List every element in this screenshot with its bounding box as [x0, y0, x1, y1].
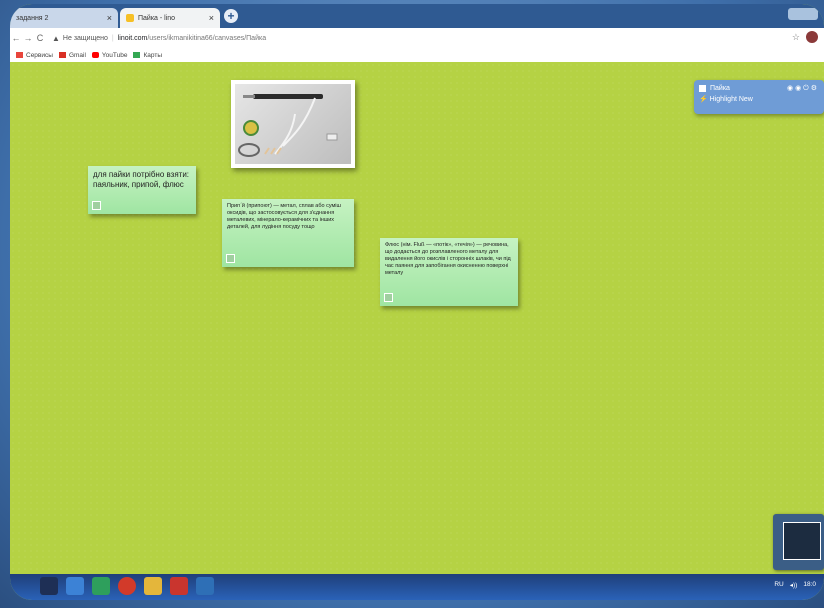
forward-button[interactable]: →: [22, 33, 34, 43]
tab-label: задання 2: [16, 14, 49, 22]
address-bar[interactable]: ▲ Не защищено | linoit.com /users/ikmani…: [52, 34, 266, 43]
bookmark-services[interactable]: Сервисы: [16, 52, 53, 59]
separator: |: [111, 34, 114, 42]
maps-icon: [133, 52, 141, 58]
tab-pajka[interactable]: Пайка - lino ×: [120, 8, 220, 28]
edit-icon[interactable]: [226, 254, 235, 263]
bookmark-label: Карты: [143, 51, 162, 59]
volume-icon[interactable]: ◂)): [790, 581, 798, 589]
close-icon[interactable]: ×: [209, 13, 214, 23]
warning-icon: ▲: [52, 33, 60, 43]
screen: задання 2 × Пайка - lino × + ← → C ▲ Не …: [10, 4, 824, 600]
start-button[interactable]: [40, 577, 58, 595]
tab-strip: задання 2 × Пайка - lino × +: [10, 4, 824, 28]
language-indicator[interactable]: RU: [774, 581, 783, 589]
panel-title: Пайка: [710, 85, 730, 92]
bookmark-youtube[interactable]: YouTube: [91, 51, 128, 59]
security-label: Не защищено: [62, 34, 108, 42]
photo-sticker[interactable]: [231, 80, 355, 168]
bookmark-label: Сервисы: [26, 51, 53, 59]
explorer-icon[interactable]: [66, 577, 84, 595]
edit-icon[interactable]: [92, 201, 101, 210]
bookmarks-bar: Сервисы Gmail YouTube Карты: [10, 48, 824, 63]
sticky-text: Флюс (нім. Fluß — «потік», «течія») — ре…: [385, 242, 511, 276]
sticky-note-solder[interactable]: Припˊй (припоют) — метал, сплав або сумі…: [222, 199, 354, 267]
clock[interactable]: 18:0: [803, 581, 816, 589]
reload-button[interactable]: C: [34, 33, 46, 43]
folder-icon[interactable]: [144, 577, 162, 595]
youtube-icon: [91, 52, 99, 58]
new-tab-button[interactable]: +: [224, 9, 238, 23]
highlight-label: Highlight New: [709, 96, 753, 103]
bookmark-label: Gmail: [68, 51, 86, 59]
canvas-info-panel[interactable]: Пайка ◉◉⏻⚙ ⚡ Highlight New: [694, 80, 824, 114]
powerpoint-icon[interactable]: [170, 577, 188, 595]
canvas-minimap[interactable]: [773, 514, 824, 570]
gmail-icon: [58, 52, 66, 58]
tab-zadannya[interactable]: задання 2 ×: [10, 8, 118, 28]
collapse-icon[interactable]: [699, 85, 706, 92]
browser-toolbar: ← → C ▲ Не защищено | linoit.com /users/…: [10, 28, 824, 49]
bookmark-star-icon[interactable]: ☆: [792, 32, 800, 43]
highlight-new-toggle[interactable]: ⚡ Highlight New: [694, 95, 824, 103]
bookmark-maps[interactable]: Карты: [133, 52, 162, 59]
bookmark-gmail[interactable]: Gmail: [58, 51, 86, 59]
sticky-note-what-to-take[interactable]: для пайки потрібно взяти: паяльник, прип…: [88, 166, 196, 214]
lightning-icon: ⚡: [699, 96, 708, 103]
sticky-text: Припˊй (припоют) — метал, сплав або сумі…: [227, 203, 341, 230]
opera-icon[interactable]: [118, 577, 136, 595]
edit-icon[interactable]: [384, 293, 393, 302]
close-icon[interactable]: ×: [107, 13, 112, 23]
windows-taskbar: RU ◂)) 18:0: [10, 574, 824, 600]
back-button[interactable]: ←: [10, 33, 22, 43]
sticky-note-flux[interactable]: Флюс (нім. Fluß — «потік», «течія») — ре…: [380, 238, 518, 306]
avatar[interactable]: [806, 31, 818, 43]
system-tray: RU ◂)) 18:0: [774, 581, 816, 589]
lino-canvas[interactable]: для пайки потрібно взяти: паяльник, прип…: [10, 62, 824, 574]
minimap-viewport[interactable]: [783, 522, 821, 560]
url-host: linoit.com: [117, 34, 148, 42]
sticky-text: для пайки потрібно взяти: паяльник, прип…: [93, 170, 190, 189]
soldering-kit-image: [235, 84, 351, 164]
tab-label: Пайка - lino: [138, 14, 176, 22]
bookmark-label: YouTube: [101, 51, 128, 59]
soldering-iron-icon: [238, 94, 338, 157]
chrome-icon[interactable]: [92, 577, 110, 595]
url-path: /users/ikmanikitina66/canvases/Пайка: [147, 34, 267, 42]
panel-tools-icon[interactable]: ◉◉⏻⚙: [787, 84, 819, 93]
chrome-window-icon[interactable]: [196, 577, 214, 595]
window-controls[interactable]: [788, 8, 818, 20]
lino-favicon-icon: [126, 14, 134, 22]
apps-grid-icon: [16, 52, 23, 58]
